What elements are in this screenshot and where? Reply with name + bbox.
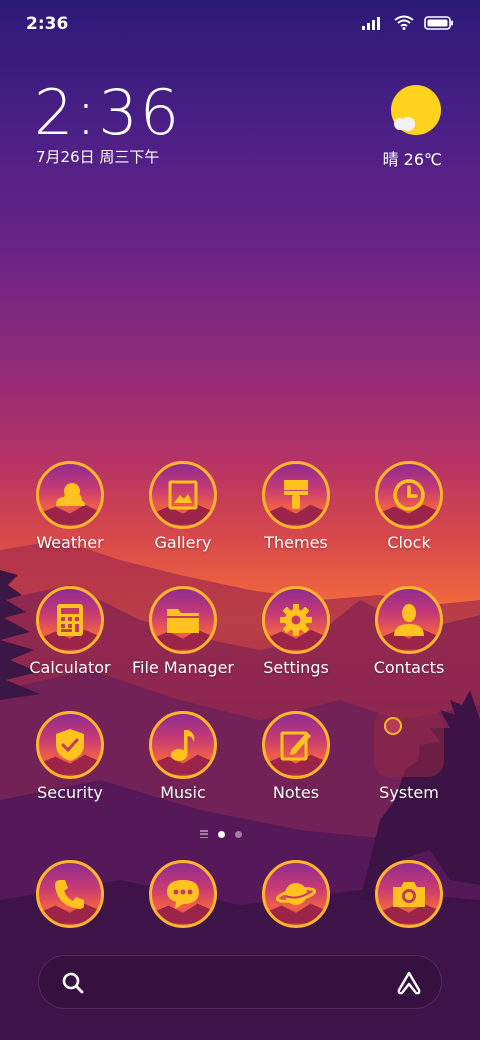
app-icon-frame — [149, 586, 217, 654]
dock-camera[interactable] — [353, 860, 465, 928]
app-label: Clock — [387, 533, 431, 552]
camera-icon — [393, 882, 425, 907]
assistant-icon[interactable] — [395, 970, 423, 996]
weather-icon — [56, 483, 86, 506]
clock-widget-time[interactable]: 2:36 — [34, 76, 181, 149]
status-time: 2:36 — [26, 14, 69, 34]
gallery-icon — [168, 480, 198, 510]
page-indicator[interactable] — [200, 830, 242, 838]
app-label: File Manager — [132, 658, 234, 677]
app-label: Security — [37, 783, 103, 802]
app-label: Music — [160, 783, 206, 802]
clock-icon — [393, 479, 425, 511]
folder-system-icon — [374, 709, 444, 777]
music-note-icon — [171, 730, 195, 761]
app-clock[interactable]: Clock — [353, 461, 465, 552]
app-icon-frame — [36, 586, 104, 654]
app-settings[interactable]: Settings — [240, 586, 352, 677]
app-icon-frame — [262, 586, 330, 654]
contacts-icon — [394, 604, 424, 636]
gear-icon — [280, 604, 312, 636]
dock-phone[interactable] — [14, 860, 126, 928]
themes-icon — [284, 480, 308, 509]
app-label: Weather — [36, 533, 104, 552]
dock-messages[interactable] — [127, 860, 239, 928]
app-label: System — [379, 783, 439, 802]
status-icons — [362, 15, 454, 30]
dock-browser[interactable] — [240, 860, 352, 928]
app-music[interactable]: Music — [127, 711, 239, 802]
folder-mini-app-icon — [384, 717, 402, 735]
app-weather[interactable]: Weather — [14, 461, 126, 552]
app-file-manager[interactable]: File Manager — [127, 586, 239, 677]
search-bar[interactable] — [38, 955, 442, 1009]
app-label: Themes — [264, 533, 328, 552]
battery-icon — [424, 15, 453, 30]
app-notes[interactable]: Notes — [240, 711, 352, 802]
app-calculator[interactable]: Calculator — [14, 586, 126, 677]
notes-icon — [280, 731, 311, 761]
app-label: Contacts — [373, 658, 445, 677]
message-icon — [167, 880, 199, 909]
shield-icon — [56, 729, 84, 761]
app-icon-frame — [375, 860, 443, 928]
menu-lines-icon[interactable] — [200, 830, 208, 838]
status-bar: 2:36 — [0, 0, 480, 50]
app-icon-frame — [375, 461, 443, 529]
planet-icon — [276, 883, 316, 905]
search-icon[interactable] — [61, 971, 85, 995]
app-icon-frame — [36, 711, 104, 779]
app-icon-frame — [149, 860, 217, 928]
page-dot-active[interactable] — [218, 830, 225, 838]
app-icon-frame — [262, 461, 330, 529]
app-themes[interactable]: Themes — [240, 461, 352, 552]
clock-widget-date[interactable]: 7月26日 周三下午 — [36, 146, 159, 167]
app-contacts[interactable]: Contacts — [353, 586, 465, 677]
app-icon-frame — [375, 586, 443, 654]
sun-cloud-icon — [391, 85, 441, 135]
app-label: Calculator — [29, 658, 111, 677]
app-folder-system[interactable]: System — [353, 709, 465, 802]
calculator-icon — [57, 604, 83, 636]
app-icon-frame — [36, 461, 104, 529]
app-label: Settings — [263, 658, 329, 677]
app-gallery[interactable]: Gallery — [127, 461, 239, 552]
page-dot[interactable] — [235, 830, 242, 838]
wifi-icon — [394, 15, 414, 30]
app-icon-frame — [36, 860, 104, 928]
app-icon-frame — [149, 711, 217, 779]
app-icon-frame — [149, 461, 217, 529]
signal-icon — [362, 16, 380, 30]
folder-icon — [167, 609, 199, 633]
app-icon-frame — [262, 860, 330, 928]
weather-text: 晴 26℃ — [382, 150, 442, 169]
app-label: Notes — [272, 783, 320, 802]
app-icon-frame — [262, 711, 330, 779]
app-label: Gallery — [154, 533, 212, 552]
phone-icon — [55, 880, 84, 909]
app-security[interactable]: Security — [14, 711, 126, 802]
